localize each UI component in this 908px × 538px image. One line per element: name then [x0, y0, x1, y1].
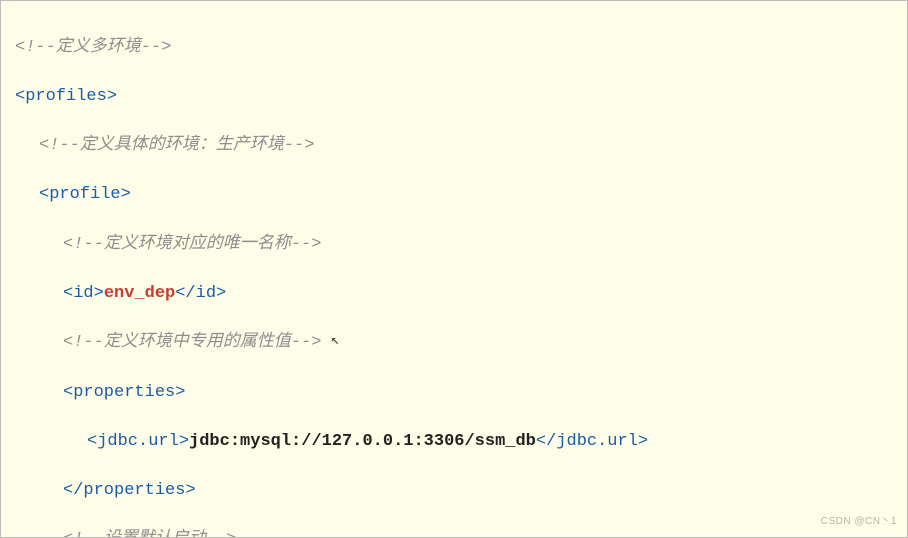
xml-comment: <!--设置默认启动--> [63, 530, 236, 538]
jdbc-url-open-tag: jdbc.url [97, 432, 179, 451]
code-block: <!--定义多环境--> <profiles> <!--定义具体的环境：生产环境… [0, 0, 908, 538]
profiles-open-tag: profiles [25, 87, 107, 106]
watermark-text: CSDN @CN丶1 [821, 515, 897, 530]
xml-comment: <!--定义环境中专用的属性值--> [63, 333, 321, 352]
xml-comment: <!--定义具体的环境：生产环境--> [39, 136, 314, 155]
id-open-tag: id [73, 284, 93, 303]
xml-comment: <!--定义多环境--> [15, 38, 171, 57]
jdbc-url-close-tag: jdbc.url [556, 432, 638, 451]
xml-comment: <!--定义环境对应的唯一名称--> [63, 235, 321, 254]
id-value-dep: env_dep [104, 284, 175, 303]
profile-open-tag: profile [49, 185, 120, 204]
mouse-cursor-icon: ↖ [331, 331, 339, 351]
jdbc-url-value: jdbc:mysql://127.0.0.1:3306/ssm_db [189, 432, 536, 451]
properties-close-tag: properties [83, 481, 185, 500]
id-close-tag: id [196, 284, 216, 303]
properties-open-tag: properties [73, 383, 175, 402]
